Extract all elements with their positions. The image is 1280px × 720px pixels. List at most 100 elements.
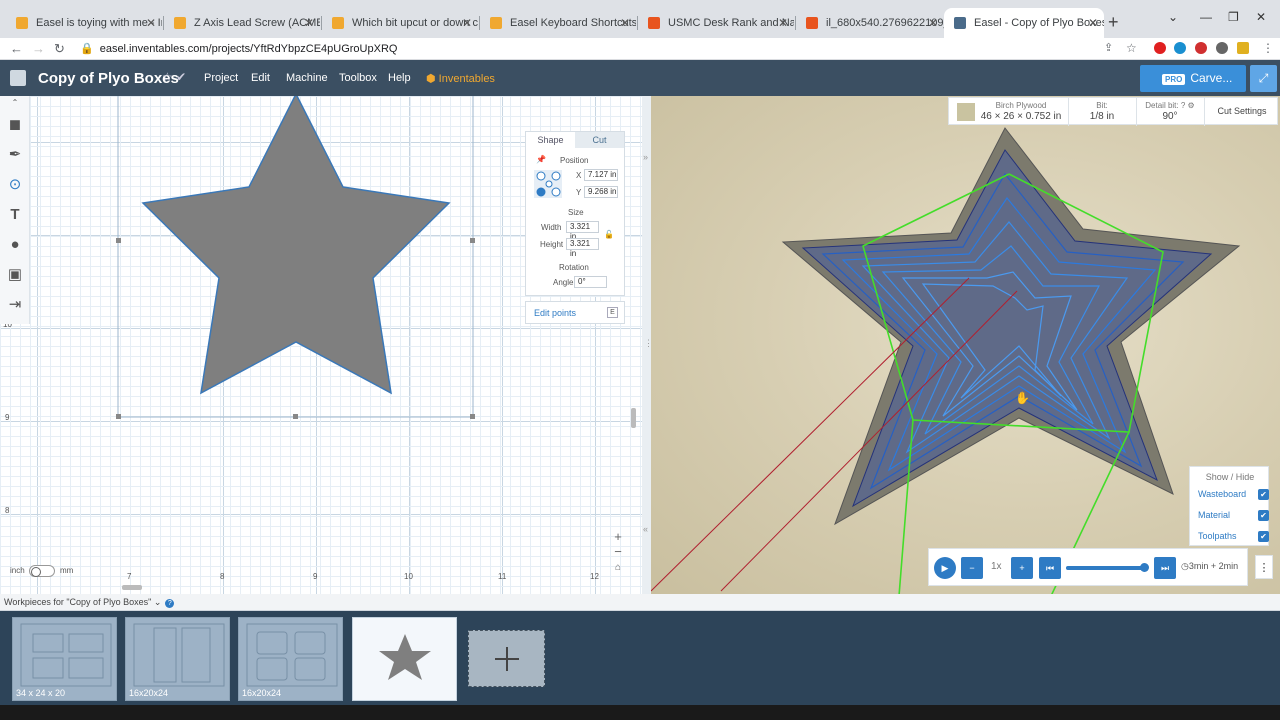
browser-tab[interactable]: il_680x540.2769622109_oaw8.jp✕ <box>796 8 944 38</box>
gear-icon[interactable]: ⚙ <box>1188 101 1195 110</box>
close-window-icon[interactable]: ✕ <box>1256 10 1266 24</box>
share-icon[interactable]: ⇪ <box>1104 41 1113 54</box>
star-shape[interactable] <box>141 96 451 395</box>
close-tab-icon[interactable]: ✕ <box>304 8 314 38</box>
collapse-icon[interactable]: ⌃ <box>3 96 27 110</box>
material-swatch[interactable] <box>957 103 975 121</box>
chevron-down-icon[interactable]: ⌄ <box>1168 10 1178 24</box>
text-icon[interactable]: T <box>3 202 27 228</box>
3d-preview[interactable]: ✋ <box>651 96 1280 594</box>
close-tab-icon[interactable]: ✕ <box>778 8 788 38</box>
workpiece-thumbnail[interactable]: 16x20x24 <box>238 617 343 701</box>
cut-settings-button[interactable]: Cut Settings <box>1207 106 1277 116</box>
edit-points-button[interactable]: Edit points E <box>525 301 625 324</box>
3d-box-icon[interactable]: ▣ <box>3 262 27 288</box>
browser-tab[interactable]: Which bit upcut or down cut - In✕ <box>322 8 478 38</box>
import-icon[interactable]: ⇥ <box>3 292 27 318</box>
menu-help[interactable]: Help <box>388 72 411 84</box>
menu-inventables[interactable]: ⬢ Inventables <box>426 72 495 85</box>
url-field[interactable]: 🔒 easel.inventables.com/projects/YftRdYbp… <box>80 42 397 55</box>
close-tab-icon[interactable]: ✕ <box>620 8 630 38</box>
angle-input[interactable]: 0° <box>574 276 607 288</box>
close-tab-icon[interactable]: ✕ <box>1088 8 1098 38</box>
minimize-icon[interactable]: — <box>1200 10 1212 24</box>
puzzle-icon[interactable] <box>1216 42 1228 54</box>
extension-icon[interactable] <box>1237 42 1249 54</box>
browser-tab-active[interactable]: Easel - Copy of Plyo Boxes ✕ <box>944 8 1104 38</box>
add-workpiece-button[interactable] <box>468 630 545 687</box>
resize-handle[interactable] <box>470 414 475 419</box>
close-tab-icon[interactable]: ✕ <box>928 8 938 38</box>
chevron-left-icon[interactable]: « <box>643 524 648 534</box>
play-icon[interactable]: ▶ <box>934 557 956 579</box>
browser-tab[interactable]: Easel is toying with me - Inventa✕ <box>6 8 162 38</box>
target-icon[interactable]: ⊙ <box>3 172 27 198</box>
panel-divider[interactable]: » ⋮ « <box>642 96 653 594</box>
chevron-right-icon[interactable]: » <box>643 152 648 162</box>
resize-handle[interactable] <box>293 414 298 419</box>
anchor-selector[interactable] <box>534 170 562 198</box>
pin-icon[interactable]: 📌 <box>536 155 546 164</box>
expand-icon[interactable]: ⤢ <box>1250 65 1277 92</box>
project-title[interactable]: Copy of Plyo Boxes <box>38 70 179 87</box>
progress-track[interactable] <box>1066 563 1149 572</box>
y-position-input[interactable]: 9.268 in <box>584 186 618 198</box>
menu-toolbox[interactable]: Toolbox <box>339 72 377 84</box>
zoom-out-icon[interactable]: − <box>612 544 624 559</box>
wasteboard-checkbox[interactable]: ✔ <box>1258 489 1269 500</box>
workpiece-thumbnail[interactable]: 16x20x24 <box>125 617 230 701</box>
resize-handle[interactable] <box>116 238 121 243</box>
material-info-bar[interactable]: Birch Plywood 46 × 26 × 0.752 in Bit: 1/… <box>948 97 1278 126</box>
chevron-down-icon[interactable]: ⌄ <box>154 597 162 607</box>
vertical-scrollbar[interactable] <box>631 408 636 428</box>
skip-to-start-icon[interactable]: ⏮ <box>1039 557 1061 579</box>
help-icon[interactable]: ? <box>165 599 175 608</box>
carve-button[interactable]: PRO Carve... <box>1140 65 1246 92</box>
progress-thumb[interactable] <box>1140 563 1149 572</box>
units-toggle[interactable] <box>29 565 55 577</box>
detail-bit-value[interactable]: 90° <box>1139 111 1201 122</box>
material-checkbox[interactable]: ✔ <box>1258 510 1269 521</box>
workpiece-thumbnail[interactable]: 34 x 24 x 20 <box>12 617 117 701</box>
forward-icon[interactable]: → <box>32 41 45 56</box>
close-tab-icon[interactable]: ✕ <box>146 8 156 38</box>
width-input[interactable]: 3.321 in <box>566 221 599 241</box>
reload-icon[interactable]: ↻ <box>54 41 65 57</box>
more-icon[interactable]: ⋮ <box>1262 41 1274 55</box>
block-icon[interactable] <box>1195 42 1207 54</box>
slow-down-icon[interactable]: − <box>961 557 983 579</box>
new-tab-icon[interactable]: + <box>1108 12 1119 33</box>
extension-icon[interactable] <box>1174 42 1186 54</box>
zoom-in-icon[interactable]: + <box>612 529 624 544</box>
pinterest-icon[interactable] <box>1154 42 1166 54</box>
resize-handle[interactable] <box>116 414 121 419</box>
back-icon[interactable]: ← <box>10 41 23 56</box>
menu-project[interactable]: Project <box>204 72 238 84</box>
browser-tab[interactable]: Easel Keyboard Shortcuts – Inve✕ <box>480 8 636 38</box>
favorite-star-icon[interactable]: ☆ ✔ <box>162 70 186 84</box>
bit-value[interactable]: 1/8 in <box>1071 111 1133 122</box>
toolpaths-checkbox[interactable]: ✔ <box>1258 531 1269 542</box>
workpiece-thumbnail-active[interactable] <box>352 617 457 701</box>
home-icon[interactable]: ⌂ <box>612 562 624 573</box>
speed-up-icon[interactable]: + <box>1011 557 1033 579</box>
menu-machine[interactable]: Machine <box>286 72 328 84</box>
horizontal-scrollbar[interactable] <box>122 585 142 590</box>
lock-ratio-icon[interactable]: 🔓 <box>604 230 614 239</box>
tab-shape[interactable]: Shape <box>526 132 575 148</box>
browser-tab[interactable]: USMC Desk Rank and Nameplat✕ <box>638 8 794 38</box>
resize-handle[interactable] <box>470 238 475 243</box>
help-icon[interactable]: ? <box>1181 101 1185 110</box>
bookmark-star-icon[interactable]: ☆ <box>1126 41 1137 55</box>
menu-edit[interactable]: Edit <box>251 72 270 84</box>
height-input[interactable]: 3.321 in <box>566 238 599 258</box>
browser-tab[interactable]: Z Axis Lead Screw (ACME) came✕ <box>164 8 320 38</box>
more-options-icon[interactable]: ⋮ <box>1255 555 1273 579</box>
close-tab-icon[interactable]: ✕ <box>462 8 472 38</box>
easel-logo-icon[interactable] <box>10 70 26 86</box>
apps-icon[interactable]: ● <box>3 232 27 258</box>
skip-to-end-icon[interactable]: ⏭ <box>1154 557 1176 579</box>
restore-icon[interactable]: ❐ <box>1228 10 1239 24</box>
shapes-icon[interactable]: ◼ <box>3 112 27 138</box>
x-position-input[interactable]: 7.127 in <box>584 169 618 181</box>
